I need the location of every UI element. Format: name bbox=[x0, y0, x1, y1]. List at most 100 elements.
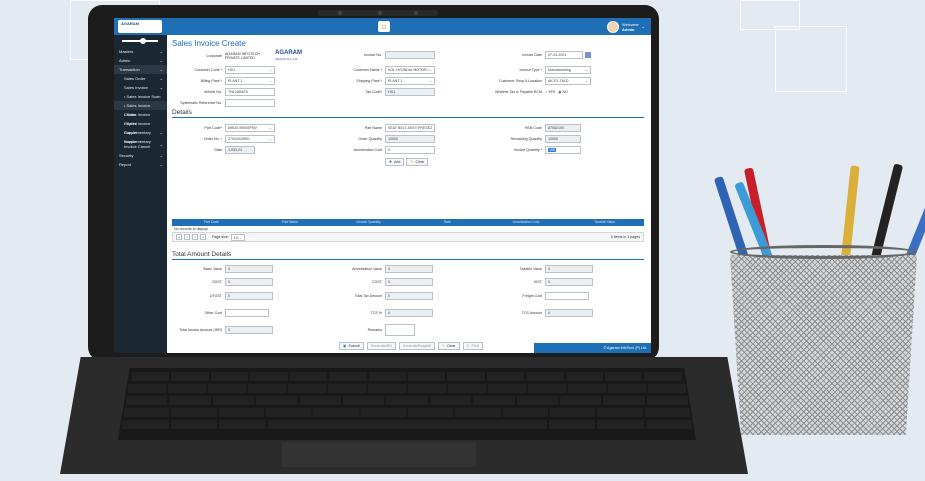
rate-row: Rate 1,053.23 bbox=[167, 145, 255, 154]
order-qty-field: 10000 bbox=[385, 134, 435, 143]
grid-col-part-code[interactable]: Part Code bbox=[172, 219, 251, 226]
grid-col-invoice-qty[interactable]: Invoice Quantity bbox=[329, 219, 408, 226]
add-icon: ✚ bbox=[389, 159, 393, 164]
rcm-no-radio[interactable]: ◉ NO bbox=[558, 90, 568, 94]
pager-first-button[interactable]: « bbox=[176, 234, 182, 240]
hsn-code-label: HSN Code bbox=[524, 125, 542, 130]
part-code-select[interactable]: 89920-99000PMV ⌄ bbox=[225, 123, 275, 132]
other-cost-input[interactable] bbox=[225, 308, 269, 317]
submit-button[interactable]: ▣ Submit bbox=[339, 341, 364, 350]
sidebar-item-sales-order[interactable]: Sales Order ⌄ bbox=[114, 74, 167, 83]
sidebar-item-sales-invoice-cancel[interactable]: • Sales Invoice Cancel bbox=[114, 119, 167, 135]
calendar-icon[interactable] bbox=[585, 51, 591, 58]
user-menu[interactable]: Welcome Admin ⌄ bbox=[607, 20, 645, 33]
app-logo[interactable]: AGARAM bbox=[118, 20, 162, 33]
invoice-qty-label: Invoice Quantity * bbox=[513, 147, 542, 152]
invoice-qty-input[interactable]: 100 bbox=[545, 145, 581, 154]
customer-name-select[interactable]: KOL HYUNDAI MOTOR I ⌄ bbox=[385, 65, 435, 74]
sidebar-item-admin[interactable]: Admin ⌄ bbox=[114, 56, 167, 65]
tcs-pct-field: 0 bbox=[385, 308, 433, 317]
tcs-amount-label: TCS Amount bbox=[521, 310, 542, 315]
print-button[interactable]: ⎙ Print bbox=[462, 341, 483, 350]
brush-icon: ✎ bbox=[441, 343, 445, 348]
tcs-amount-field: 0 bbox=[545, 308, 593, 317]
laptop-keyboard bbox=[118, 368, 696, 440]
shipping-plant-select[interactable]: PLANT 1 ⌄ bbox=[385, 76, 435, 85]
sidebar-item-security[interactable]: Security ⌄ bbox=[114, 151, 167, 160]
sidebar-item-supplementary-invoice[interactable]: Supplementary Invoice ⌄ bbox=[114, 128, 167, 144]
pager-last-button[interactable]: » bbox=[200, 234, 206, 240]
clear-button[interactable]: ✎ Clear bbox=[406, 157, 429, 166]
pager-next-button[interactable]: › bbox=[192, 234, 198, 240]
rate-field: 1,053.23 bbox=[225, 145, 255, 154]
welcome-label: Welcome bbox=[622, 21, 639, 27]
part-name-select[interactable]: SEAT BELT ASSY-PRESET ⌄ bbox=[385, 123, 435, 132]
invoice-date-label: Invoice Date bbox=[522, 52, 542, 57]
sidebar-item-sales-invoice[interactable]: Sales Invoice ⌄ bbox=[114, 83, 167, 92]
mesh-pen-cup bbox=[730, 255, 917, 435]
grid-col-part-name[interactable]: Part Name bbox=[251, 219, 330, 226]
invoice-type-select[interactable]: Manufacturing ⌄ bbox=[545, 65, 591, 74]
tax-code-field: HD1 bbox=[385, 87, 435, 96]
igst-label: IGST bbox=[533, 279, 542, 284]
home-icon[interactable]: ⌂ bbox=[378, 21, 390, 32]
pager-prev-button[interactable]: ‹ bbox=[184, 234, 190, 240]
sidebar-item-sales-invoice-reprint[interactable]: • Sales Invoice Reprint bbox=[114, 110, 167, 126]
avatar bbox=[607, 20, 620, 33]
add-button[interactable]: ✚ Add bbox=[385, 157, 405, 166]
part-name-label: Part Name bbox=[364, 125, 382, 130]
sidebar-item-transaction[interactable]: Transaction ⌄ bbox=[114, 65, 167, 74]
utgst-label: UTGST bbox=[209, 293, 222, 298]
invoice-date-field[interactable]: 07-04-2021 bbox=[545, 50, 583, 59]
order-no-select[interactable]: 27042020501 ⌄ bbox=[225, 134, 275, 143]
amort-cost-label: Amortization Cost bbox=[353, 147, 382, 152]
grid-col-rate[interactable]: Rate bbox=[408, 219, 487, 226]
billing-plant-select[interactable]: PLANT 1 ⌄ bbox=[225, 76, 275, 85]
page-title: Sales Invoice Create bbox=[172, 39, 246, 48]
customer-name-row: Customer Name * KOL HYUNDAI MOTOR I ⌄ bbox=[327, 65, 435, 74]
other-cost-label: Other Cost bbox=[204, 310, 222, 315]
freight-cost-input[interactable] bbox=[545, 291, 589, 300]
remaining-qty-row: Remaining Quantity 10000 bbox=[487, 134, 581, 143]
sidebar-item-sales-invoice-create[interactable]: • Sales Invoice Create bbox=[114, 101, 167, 117]
cgst-row: CGST 0 bbox=[327, 277, 433, 286]
sidebar-item-supplementary-invoice-cancel[interactable]: Supplementary Invoice Cancel ⌄ bbox=[114, 137, 167, 151]
basic-value-row: Basic Value 0 bbox=[167, 264, 273, 273]
igst-row: IGST 0 bbox=[487, 277, 593, 286]
customer-code-select[interactable]: HD1 ⌄ bbox=[225, 65, 275, 74]
sidebar-item-masters[interactable]: Masters ⌄ bbox=[114, 47, 167, 56]
footer: © Agaram InfoTech (P) Ltd. bbox=[534, 343, 651, 353]
invoice-qty-row: Invoice Quantity * 100 bbox=[487, 145, 581, 154]
clear-form-button[interactable]: ✎ Clear bbox=[437, 341, 460, 350]
shipping-plant-row: Shipping Plant * PLANT 1 ⌄ bbox=[327, 76, 435, 85]
mesh-pen-cup-rim bbox=[730, 245, 917, 259]
grid-col-amort-cost[interactable]: Amortization Cost bbox=[487, 219, 566, 226]
sidebar-item-sales-invoice-scan[interactable]: • Sales Invoice Scan bbox=[114, 92, 167, 101]
sidebar-toggle[interactable] bbox=[114, 35, 167, 47]
invoice-no-field bbox=[385, 50, 435, 59]
chevron-down-icon: ⌄ bbox=[428, 67, 432, 72]
vehicle-no-input[interactable]: TN12AB878 bbox=[225, 87, 275, 96]
chevron-down-icon: ⌄ bbox=[584, 67, 588, 72]
utgst-row: UTGST 0 bbox=[167, 291, 273, 300]
taxable-value-label: Taxable Value bbox=[519, 266, 542, 271]
rcm-yes-radio[interactable]: ○ YES bbox=[545, 90, 555, 94]
systematic-ref-input[interactable] bbox=[225, 98, 275, 107]
grid-col-taxable-value[interactable]: Taxable Value bbox=[565, 219, 644, 226]
invoice-no-label: Invoice No. bbox=[364, 52, 382, 57]
amort-cost-input[interactable]: 0 bbox=[385, 145, 435, 154]
amort-value-row: Amortization Value 0 bbox=[327, 264, 433, 273]
page-size-select[interactable]: 10 ⌄ bbox=[230, 233, 245, 241]
customer-shop-select[interactable]: AK-P1-TA1D ⌄ bbox=[545, 76, 591, 85]
cgst-field: 0 bbox=[385, 277, 433, 286]
remarks-input[interactable] bbox=[385, 323, 415, 336]
sidebar-item-report[interactable]: Report ⌄ bbox=[114, 160, 167, 169]
taxable-value-field: 0 bbox=[545, 264, 593, 273]
generate-ewaybill-button[interactable]: GenerateEwaybill bbox=[398, 341, 435, 350]
tax-code-label: Tax Code* bbox=[365, 89, 382, 94]
generate-irn-button[interactable]: GenerateIRN bbox=[366, 341, 396, 350]
tax-code-row: Tax Code* HD1 bbox=[327, 87, 435, 96]
freight-cost-row: Freight Cost bbox=[487, 291, 589, 300]
sgst-label: SGST bbox=[212, 279, 222, 284]
order-qty-row: Order Quantity 10000 bbox=[327, 134, 435, 143]
